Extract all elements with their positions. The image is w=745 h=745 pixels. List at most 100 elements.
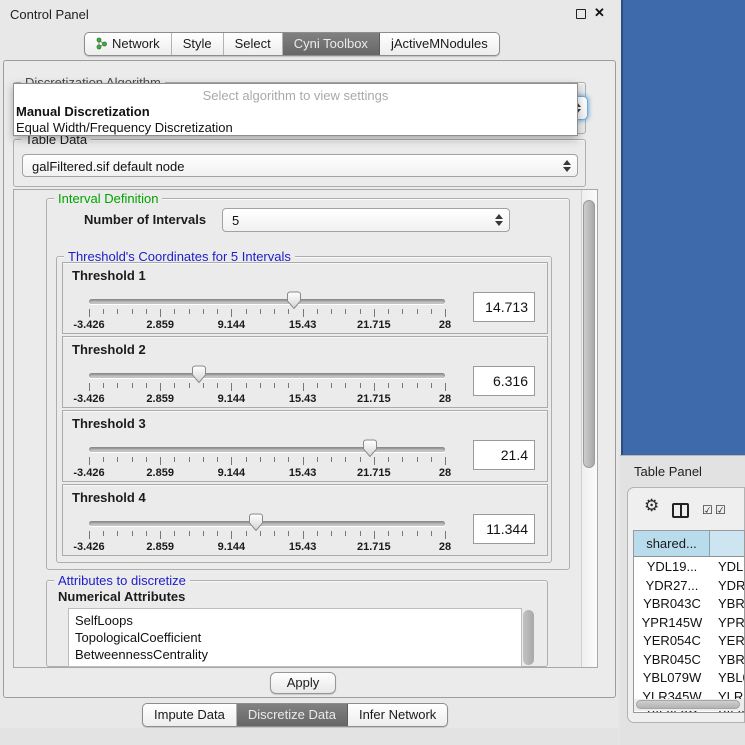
table-cell: YBR045C bbox=[634, 651, 710, 670]
close-icon[interactable]: ✕ bbox=[594, 5, 605, 21]
float-window-icon[interactable] bbox=[576, 9, 586, 19]
table-cell: YDL1 bbox=[710, 558, 745, 577]
table-row[interactable]: YPR145WYPR1 bbox=[634, 614, 745, 633]
tab-impute-data-label: Impute Data bbox=[154, 707, 225, 722]
table-data-combobox[interactable]: galFiltered.sif default node bbox=[22, 154, 578, 177]
threshold-2-slider[interactable]: -3.4262.8599.14415.4321.71528 bbox=[89, 337, 445, 409]
checkbox-select-all-icon[interactable]: ☑ bbox=[702, 503, 713, 517]
panel-title: Control Panel bbox=[10, 7, 89, 22]
list-item[interactable]: SelfLoops bbox=[75, 612, 521, 629]
slider-track[interactable] bbox=[89, 299, 445, 304]
interval-definition-group-title: Interval Definition bbox=[54, 191, 162, 206]
threshold-1-slider[interactable]: -3.4262.8599.14415.4321.71528 bbox=[89, 263, 445, 335]
network-icon bbox=[96, 37, 107, 50]
table-cell: YDR2 bbox=[710, 577, 745, 596]
tab-infer-network-label: Infer Network bbox=[359, 707, 436, 722]
tick-label: -3.426 bbox=[73, 541, 104, 553]
tick-label: 15.43 bbox=[289, 467, 317, 479]
horizontal-scrollbar-thumb[interactable] bbox=[636, 700, 740, 709]
table-cell: YBL0 bbox=[710, 669, 745, 688]
tab-style-label: Style bbox=[183, 36, 212, 51]
table-cell: YBR043C bbox=[634, 595, 710, 614]
table-row[interactable]: YDL19...YDL1 bbox=[634, 558, 745, 577]
numerical-attributes-list[interactable]: SelfLoopsTopologicalCoefficientBetweenne… bbox=[68, 608, 522, 667]
attributes-list-scrollbar-thumb[interactable] bbox=[523, 610, 534, 665]
tick-label: -3.426 bbox=[73, 393, 104, 405]
tick-label: 9.144 bbox=[218, 467, 246, 479]
bottom-tab-bar: Impute Data Discretize Data Infer Networ… bbox=[142, 703, 448, 727]
table-cell: YBL079W bbox=[634, 669, 710, 688]
slider-ticks bbox=[89, 309, 445, 319]
tab-network[interactable]: Network bbox=[85, 33, 172, 55]
column-header-name[interactable]: n bbox=[710, 531, 745, 557]
tab-discretize-data[interactable]: Discretize Data bbox=[237, 704, 348, 726]
table-cell: YDL19... bbox=[634, 558, 710, 577]
checkbox-select-none-icon[interactable]: ☑ bbox=[715, 503, 726, 517]
network-window-frame: GAL80G.CGAL11GAL4GCY1HHAP2 bbox=[621, 0, 745, 455]
columns-icon[interactable] bbox=[672, 503, 689, 518]
tick-label: 28 bbox=[439, 393, 451, 405]
numerical-attributes-label: Numerical Attributes bbox=[58, 589, 185, 604]
list-item[interactable]: TopologicalCoefficient bbox=[75, 629, 521, 646]
dropdown-option-equal-width-frequency[interactable]: Equal Width/Frequency Discretization bbox=[16, 120, 233, 135]
slider-thumb[interactable] bbox=[191, 365, 207, 384]
threshold-stack: Threshold 1 -3.4262.8599.14415.4321.7152… bbox=[62, 262, 548, 558]
threshold-1-value-field[interactable]: 14.713 bbox=[473, 292, 535, 322]
table-row[interactable]: YDR27...YDR2 bbox=[634, 577, 745, 596]
table-row[interactable]: YER054CYER0 bbox=[634, 632, 745, 651]
tick-label: 15.43 bbox=[289, 393, 317, 405]
table-cell: YER0 bbox=[710, 632, 745, 651]
slider-track[interactable] bbox=[89, 447, 445, 452]
top-tab-bar: Network Style Select Cyni Toolbox jActiv… bbox=[84, 32, 500, 56]
threshold-1-row: Threshold 1 -3.4262.8599.14415.4321.7152… bbox=[62, 262, 548, 334]
tab-network-label: Network bbox=[112, 36, 160, 51]
threshold-4-slider[interactable]: -3.4262.8599.14415.4321.71528 bbox=[89, 485, 445, 557]
table-cell: YPR1 bbox=[710, 614, 745, 633]
slider-thumb[interactable] bbox=[286, 291, 302, 310]
threshold-3-value-field[interactable]: 21.4 bbox=[473, 440, 535, 470]
vertical-scrollbar-thumb[interactable] bbox=[583, 200, 595, 468]
table-cell: YPR145W bbox=[634, 614, 710, 633]
table-panel: Table Panel ⚙ ☑ ☑ shared... n YDL19...YD… bbox=[620, 455, 745, 745]
tick-label: 9.144 bbox=[218, 393, 246, 405]
control-panel: Control Panel ✕ Network Style Select Cyn… bbox=[0, 0, 618, 745]
tab-infer-network[interactable]: Infer Network bbox=[348, 704, 447, 726]
dropdown-option-manual-discretization[interactable]: Manual Discretization bbox=[16, 104, 150, 119]
slider-tick-labels: -3.4262.8599.14415.4321.71528 bbox=[89, 393, 445, 405]
slider-thumb[interactable] bbox=[248, 513, 264, 532]
threshold-4-row: Threshold 4 -3.4262.8599.14415.4321.7152… bbox=[62, 484, 548, 556]
tab-style[interactable]: Style bbox=[172, 33, 224, 55]
tab-jactivemnodules[interactable]: jActiveMNodules bbox=[380, 33, 499, 55]
number-of-intervals-value: 5 bbox=[232, 213, 239, 228]
tab-cyni-toolbox[interactable]: Cyni Toolbox bbox=[283, 33, 380, 55]
horizontal-scrollbar-track[interactable] bbox=[634, 699, 744, 711]
threshold-3-slider[interactable]: -3.4262.8599.14415.4321.71528 bbox=[89, 411, 445, 483]
tab-discretize-data-label: Discretize Data bbox=[248, 707, 336, 722]
table-data-value: galFiltered.sif default node bbox=[32, 159, 184, 174]
table-cell: YDR27... bbox=[634, 577, 710, 596]
tab-impute-data[interactable]: Impute Data bbox=[143, 704, 237, 726]
tab-cyni-toolbox-label: Cyni Toolbox bbox=[294, 36, 368, 51]
list-item[interactable]: BetweennessCentrality bbox=[75, 646, 521, 663]
apply-button[interactable]: Apply bbox=[270, 672, 336, 694]
table-row[interactable]: YBR043CYBR0 bbox=[634, 595, 745, 614]
tab-select[interactable]: Select bbox=[224, 33, 283, 55]
slider-track[interactable] bbox=[89, 521, 445, 526]
table-cell: YBR0 bbox=[710, 595, 745, 614]
threshold-2-value-field[interactable]: 6.316 bbox=[473, 366, 535, 396]
number-of-intervals-combobox[interactable]: 5 bbox=[222, 208, 510, 232]
column-header-shared-name[interactable]: shared... bbox=[634, 531, 710, 557]
tick-label: 28 bbox=[439, 467, 451, 479]
dropdown-placeholder: Select algorithm to view settings bbox=[14, 88, 577, 103]
tick-label: -3.426 bbox=[73, 467, 104, 479]
node-attribute-table: shared... n YDL19...YDL1YDR27...YDR2YBR0… bbox=[633, 530, 745, 713]
table-row[interactable]: YBR045CYBR0 bbox=[634, 651, 745, 670]
slider-tick-labels: -3.4262.8599.14415.4321.71528 bbox=[89, 467, 445, 479]
threshold-4-value-field[interactable]: 11.344 bbox=[473, 514, 535, 544]
slider-track[interactable] bbox=[89, 373, 445, 378]
table-row[interactable]: YBL079WYBL0 bbox=[634, 669, 745, 688]
slider-thumb[interactable] bbox=[362, 439, 378, 458]
bottom-strip bbox=[0, 728, 618, 745]
table-panel-title: Table Panel bbox=[634, 464, 702, 479]
gear-icon[interactable]: ⚙ bbox=[644, 498, 659, 514]
